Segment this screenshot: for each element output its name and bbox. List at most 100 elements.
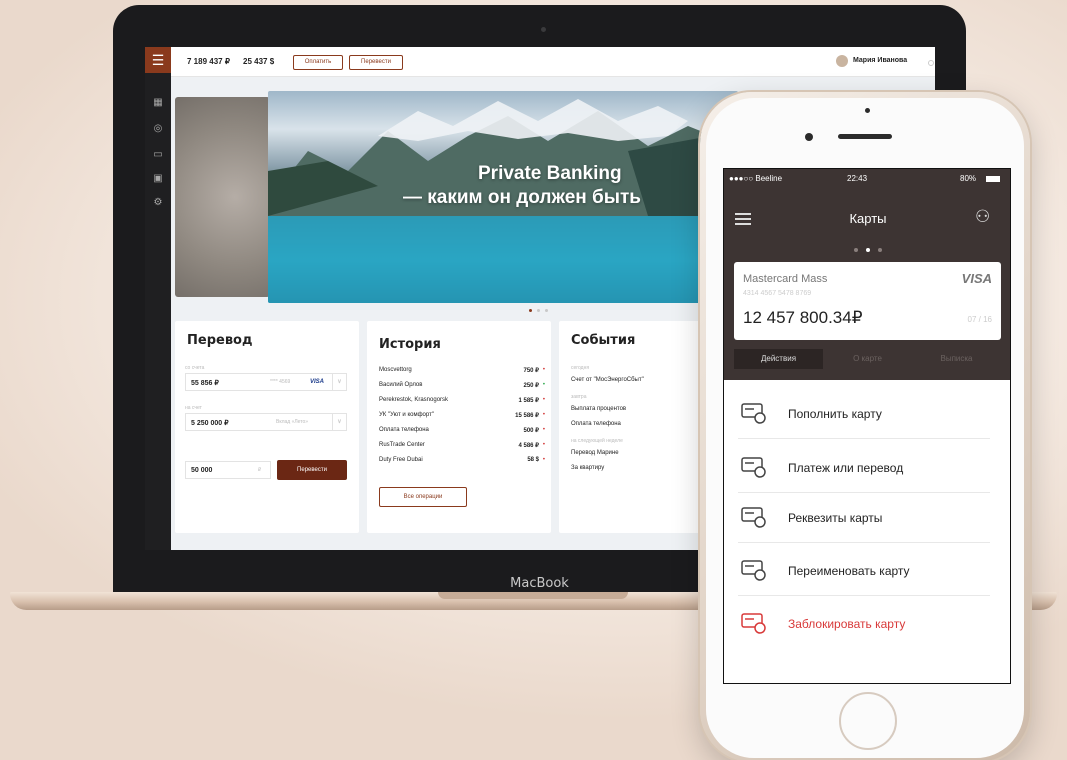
history-title: История: [379, 337, 441, 352]
to-account-select[interactable]: 5 250 000 ₽ Вклад «Лето» ∨: [185, 413, 347, 431]
expense-dot-icon: •: [542, 427, 545, 433]
all-operations-button[interactable]: Все операции: [379, 487, 467, 507]
expense-dot-icon: •: [542, 367, 545, 373]
event-row-name: За квартиру: [571, 465, 605, 471]
event-row-name: Перевод Марине: [571, 450, 619, 456]
card-balance: 12 457 800.34₽: [743, 308, 863, 327]
card-edit-icon: [741, 560, 766, 581]
hero-pager-dot[interactable]: [529, 309, 532, 312]
event-row-name: Оплата телефона: [571, 421, 621, 427]
amount-currency: ₽: [258, 467, 262, 473]
desktop-sidebar: ☰ ▦ ◎ ▭ ▣ ⚙: [145, 47, 171, 550]
card-icon[interactable]: ▭: [151, 149, 165, 161]
history-row-amount: 1 585 ₽: [518, 398, 540, 404]
phone-camera: [805, 133, 813, 141]
history-row-name: RusTrade Center: [379, 442, 425, 448]
to-value: 5 250 000 ₽: [191, 420, 229, 427]
history-row[interactable]: Duty Free Dubai 58 $ •: [379, 457, 545, 463]
action-label: Пополнить карту: [788, 407, 882, 421]
tab-statement[interactable]: Выписка: [912, 349, 1001, 369]
expense-dot-icon: •: [542, 442, 545, 448]
card-page-indicator: 07 / 16: [967, 315, 992, 324]
event-row-name: Выплата процентов: [571, 406, 627, 412]
from-account-select[interactable]: 55 856 ₽ **** 4569 VISA ∨: [185, 373, 347, 391]
balance-rub: 7 189 437 ₽: [187, 57, 230, 66]
pay-button[interactable]: Оплатить: [293, 55, 343, 70]
menu-icon[interactable]: ☰: [145, 47, 171, 73]
from-value: 55 856 ₽: [191, 380, 219, 387]
hero-pager-dot[interactable]: [545, 309, 548, 312]
settings-icon[interactable]: ⚙: [151, 197, 165, 209]
amount-input[interactable]: 50 000 ₽: [185, 461, 271, 479]
user-name[interactable]: Мария Иванова: [853, 57, 907, 64]
history-row-amount: 58 $: [527, 457, 539, 463]
history-row[interactable]: Moscvettorg 750 ₽ •: [379, 367, 545, 374]
hero-banner[interactable]: Private Banking — каким он должен быть: [268, 91, 738, 303]
income-dot-icon: •: [542, 382, 545, 388]
events-title: События: [571, 333, 636, 348]
users-icon[interactable]: ⚇: [975, 207, 990, 227]
tab-actions[interactable]: Действия: [734, 349, 823, 369]
visa-logo: VISA: [310, 379, 325, 385]
card-pager-dot[interactable]: [866, 248, 870, 252]
transfer-button[interactable]: Перевести: [349, 55, 403, 70]
expense-dot-icon: •: [542, 457, 545, 463]
action-card-edit[interactable]: Переименовать карту: [738, 544, 990, 596]
history-row-name: Оплата телефона: [379, 427, 429, 433]
action-label: Платеж или перевод: [788, 461, 904, 475]
history-row-name: Moscvettorg: [379, 367, 412, 373]
balance-usd: 25 437 $: [243, 57, 275, 66]
expense-dot-icon: •: [542, 397, 545, 403]
desktop-topbar: 7 189 437 ₽ 25 437 $ Оплатить Перевести …: [171, 47, 935, 77]
action-card-add[interactable]: Пополнить карту: [738, 387, 990, 439]
battery-icon: [986, 176, 1000, 182]
send-transfer-button[interactable]: Перевести: [277, 460, 347, 480]
user-status-icon: [928, 60, 934, 66]
history-row-amount: 4 586 ₽: [518, 443, 540, 449]
history-card: История Moscvettorg 750 ₽ • Василий Орлов 25…: [367, 321, 551, 533]
hero-pager-dot[interactable]: [537, 309, 540, 312]
laptop-camera: [541, 27, 546, 32]
action-card-block[interactable]: Заблокировать карту: [738, 597, 990, 649]
transfer-card: Перевод со счета 55 856 ₽ **** 4569 VISA…: [175, 321, 359, 533]
history-row[interactable]: Perekrestok, Krasnogorsk 1 585 ₽ •: [379, 397, 545, 404]
event-row-name: Счет от "МосЭнергоСбыт": [571, 377, 644, 383]
tab-about-card[interactable]: О карте: [823, 349, 912, 369]
history-row[interactable]: RusTrade Center 4 586 ₽ •: [379, 442, 545, 449]
dashboard-icon[interactable]: ▦: [151, 97, 165, 109]
phone-header: ●●●○○ Beeline 22:43 80% Карты ⚇ Masterca…: [724, 169, 1010, 380]
phone-screen: ●●●○○ Beeline 22:43 80% Карты ⚇ Masterca…: [723, 168, 1011, 684]
laptop-notch: [438, 592, 628, 599]
carrier-status: ●●●○○ Beeline: [729, 174, 783, 183]
transfer-title: Перевод: [187, 333, 253, 348]
coins-icon[interactable]: ◎: [151, 123, 165, 135]
expense-dot-icon: •: [542, 412, 545, 418]
chevron-down-icon[interactable]: ∨: [332, 414, 346, 430]
history-row-name: Duty Free Dubai: [379, 457, 423, 463]
action-label: Заблокировать карту: [788, 617, 906, 631]
chevron-down-icon[interactable]: ∨: [332, 374, 346, 390]
card-pager-dot[interactable]: [878, 248, 882, 252]
history-row-amount: 500 ₽: [523, 428, 540, 434]
bank-card[interactable]: Mastercard Mass 4314 4567 5478 8769 VISA…: [734, 262, 1001, 340]
card-info-icon: [741, 507, 766, 528]
card-name: Mastercard Mass: [743, 273, 828, 285]
avatar[interactable]: [836, 55, 848, 67]
card-add-icon: [741, 403, 766, 424]
document-icon[interactable]: ▣: [151, 173, 165, 185]
home-button[interactable]: [839, 692, 897, 750]
history-row[interactable]: УК "Уют и комфорт" 15 586 ₽ •: [379, 412, 545, 419]
phone-speaker: [838, 134, 892, 139]
history-row-amount: 250 ₽: [523, 383, 540, 389]
history-row[interactable]: Оплата телефона 500 ₽ •: [379, 427, 545, 434]
history-row[interactable]: Василий Орлов 250 ₽ •: [379, 382, 545, 389]
time-status: 22:43: [847, 174, 868, 183]
hero-title: Private Banking: [478, 163, 622, 184]
card-block-icon: [741, 613, 766, 634]
card-pager-dot[interactable]: [854, 248, 858, 252]
action-card-info[interactable]: Реквезиты карты: [738, 491, 990, 543]
amount-value: 50 000: [191, 467, 213, 474]
action-card-transfer[interactable]: Платеж или перевод: [738, 441, 990, 493]
visa-logo: VISA: [961, 271, 992, 286]
events-group-label: завтра: [571, 394, 587, 400]
